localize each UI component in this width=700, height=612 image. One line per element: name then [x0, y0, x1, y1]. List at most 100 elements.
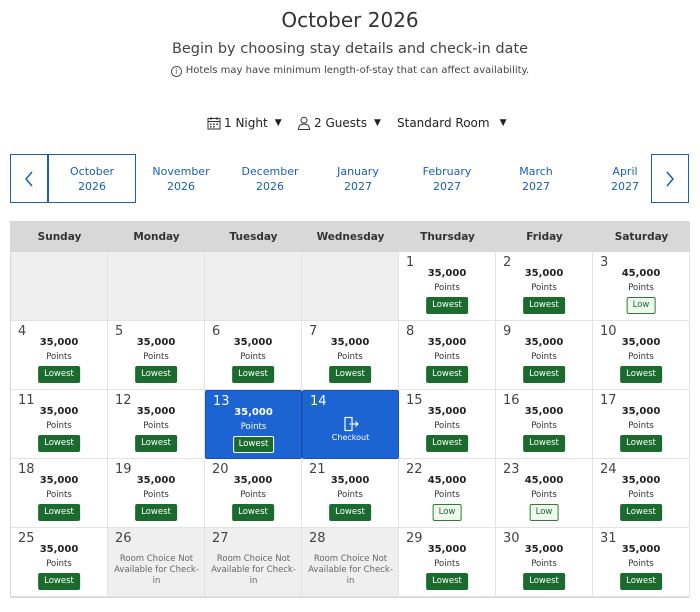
nights-dropdown[interactable]: 1 Night ▼ — [207, 112, 282, 134]
day-cell[interactable]: 25 35,000 Points Lowest — [11, 528, 108, 597]
rate-badge: Low — [432, 504, 462, 521]
unavailable-text: Room Choice Not Available for Check-in — [211, 554, 296, 586]
points-value: 35,000 — [136, 475, 176, 486]
weekday-header: Thursday — [399, 222, 496, 252]
month-year: 2027 — [522, 180, 550, 193]
day-cell[interactable]: 14 Checkout — [302, 390, 399, 459]
rate-badge: Lowest — [426, 297, 468, 314]
points-value: 35,000 — [330, 337, 370, 348]
day-cell[interactable]: 17 35,000 Points Lowest — [593, 390, 690, 459]
points-label: Points — [531, 559, 557, 569]
rate-badge: Low — [626, 297, 656, 314]
points-label: Points — [628, 352, 654, 362]
rate-badge: Low — [529, 504, 559, 521]
day-cell[interactable]: 12 35,000 Points Lowest — [108, 390, 205, 459]
day-cell[interactable]: 13 35,000 Points Lowest — [205, 390, 302, 459]
next-month-button[interactable] — [651, 154, 689, 203]
day-cell[interactable]: 22 45,000 Points Low — [399, 459, 496, 528]
points-value: 35,000 — [136, 406, 176, 417]
points-value: 35,000 — [427, 544, 467, 555]
points-value: 35,000 — [427, 406, 467, 417]
page-subtitle: Begin by choosing stay details and check… — [171, 41, 529, 57]
day-cell[interactable]: 10 35,000 Points Lowest — [593, 321, 690, 390]
room-type-dropdown[interactable]: Standard Room ▼ — [397, 112, 507, 134]
points-value: 35,000 — [621, 337, 661, 348]
day-cell[interactable]: 7 35,000 Points Lowest — [302, 321, 399, 390]
chevron-left-icon — [25, 171, 33, 186]
weekday-header: Saturday — [593, 222, 690, 252]
points-label: Points — [628, 283, 654, 293]
points-label: Points — [240, 352, 266, 362]
day-cell[interactable]: 19 35,000 Points Lowest — [108, 459, 205, 528]
min-stay-notice: i Hotels may have minimum length-of-stay … — [0, 65, 700, 77]
points-value: 35,000 — [39, 337, 79, 348]
rate-badge: Lowest — [38, 366, 80, 383]
day-cell[interactable]: 31 35,000 Points Lowest — [593, 528, 690, 597]
empty-day-cell — [11, 252, 108, 321]
month-tab-february[interactable]: February 2027 — [403, 154, 491, 203]
points-label: Points — [143, 490, 169, 500]
unavailable-text: Room Choice Not Available for Check-in — [308, 554, 393, 586]
month-year: 2027 — [433, 180, 461, 193]
points-value: 35,000 — [427, 268, 467, 279]
caret-down-icon: ▼ — [274, 118, 282, 128]
rate-badge: Lowest — [232, 366, 274, 383]
rate-badge: Lowest — [426, 366, 468, 383]
points-label: Points — [628, 490, 654, 500]
day-cell[interactable]: 29 35,000 Points Lowest — [399, 528, 496, 597]
month-tab-december[interactable]: December 2026 — [226, 154, 314, 203]
day-cell[interactable]: 18 35,000 Points Lowest — [11, 459, 108, 528]
month-tab-october[interactable]: October 2026 — [48, 154, 136, 203]
day-cell[interactable]: 3 45,000 Points Low — [593, 252, 690, 321]
day-cell[interactable]: 5 35,000 Points Lowest — [108, 321, 205, 390]
day-cell[interactable]: 23 45,000 Points Low — [496, 459, 593, 528]
empty-day-cell — [108, 252, 205, 321]
points-label: Points — [143, 352, 169, 362]
day-cell[interactable]: 4 35,000 Points Lowest — [11, 321, 108, 390]
guests-dropdown[interactable]: 2 Guests ▼ — [297, 112, 381, 134]
rate-badge: Lowest — [135, 366, 177, 383]
rate-badge: Lowest — [523, 435, 565, 452]
points-value: 35,000 — [233, 337, 273, 348]
points-label: Points — [531, 283, 557, 293]
day-cell[interactable]: 20 35,000 Points Lowest — [205, 459, 302, 528]
weekday-header: Wednesday — [302, 222, 399, 252]
rate-badge: Lowest — [523, 297, 565, 314]
day-cell[interactable]: 15 35,000 Points Lowest — [399, 390, 496, 459]
empty-day-cell — [302, 252, 399, 321]
day-cell[interactable]: 9 35,000 Points Lowest — [496, 321, 593, 390]
points-value: 35,000 — [621, 406, 661, 417]
stay-options: 1 Night ▼ 2 Guests ▼ Standard Room ▼ — [0, 112, 700, 134]
month-year: 2026 — [78, 180, 106, 193]
month-year: 2026 — [167, 180, 195, 193]
points-label: Points — [46, 490, 72, 500]
points-value: 35,000 — [39, 475, 79, 486]
rate-badge: Lowest — [135, 504, 177, 521]
day-cell[interactable]: 11 35,000 Points Lowest — [11, 390, 108, 459]
day-cell[interactable]: 6 35,000 Points Lowest — [205, 321, 302, 390]
day-cell[interactable]: 30 35,000 Points Lowest — [496, 528, 593, 597]
day-cell[interactable]: 8 35,000 Points Lowest — [399, 321, 496, 390]
rate-badge: Lowest — [329, 504, 371, 521]
caret-down-icon: ▼ — [499, 118, 507, 128]
month-tab-january[interactable]: January 2027 — [314, 154, 402, 203]
day-cell[interactable]: 24 35,000 Points Lowest — [593, 459, 690, 528]
day-cell: 28 Room Choice Not Available for Check-in — [302, 528, 399, 597]
month-tab-november[interactable]: November 2026 — [137, 154, 225, 203]
nights-value: 1 Night — [224, 116, 268, 130]
day-number: 28 — [309, 531, 326, 546]
weekday-header: Tuesday — [205, 222, 302, 252]
points-value: 35,000 — [524, 268, 564, 279]
points-value: 45,000 — [427, 475, 467, 486]
calendar-grid: Sunday Monday Tuesday Wednesday Thursday… — [10, 221, 690, 598]
month-tab-march[interactable]: March 2027 — [492, 154, 580, 203]
previous-month-button[interactable] — [10, 154, 48, 203]
day-cell[interactable]: 21 35,000 Points Lowest — [302, 459, 399, 528]
points-value: 35,000 — [427, 337, 467, 348]
day-cell[interactable]: 16 35,000 Points Lowest — [496, 390, 593, 459]
weekday-header: Monday — [108, 222, 205, 252]
points-value: 45,000 — [524, 475, 564, 486]
rate-badge: Lowest — [232, 504, 274, 521]
day-cell[interactable]: 1 35,000 Points Lowest — [399, 252, 496, 321]
day-cell[interactable]: 2 35,000 Points Lowest — [496, 252, 593, 321]
